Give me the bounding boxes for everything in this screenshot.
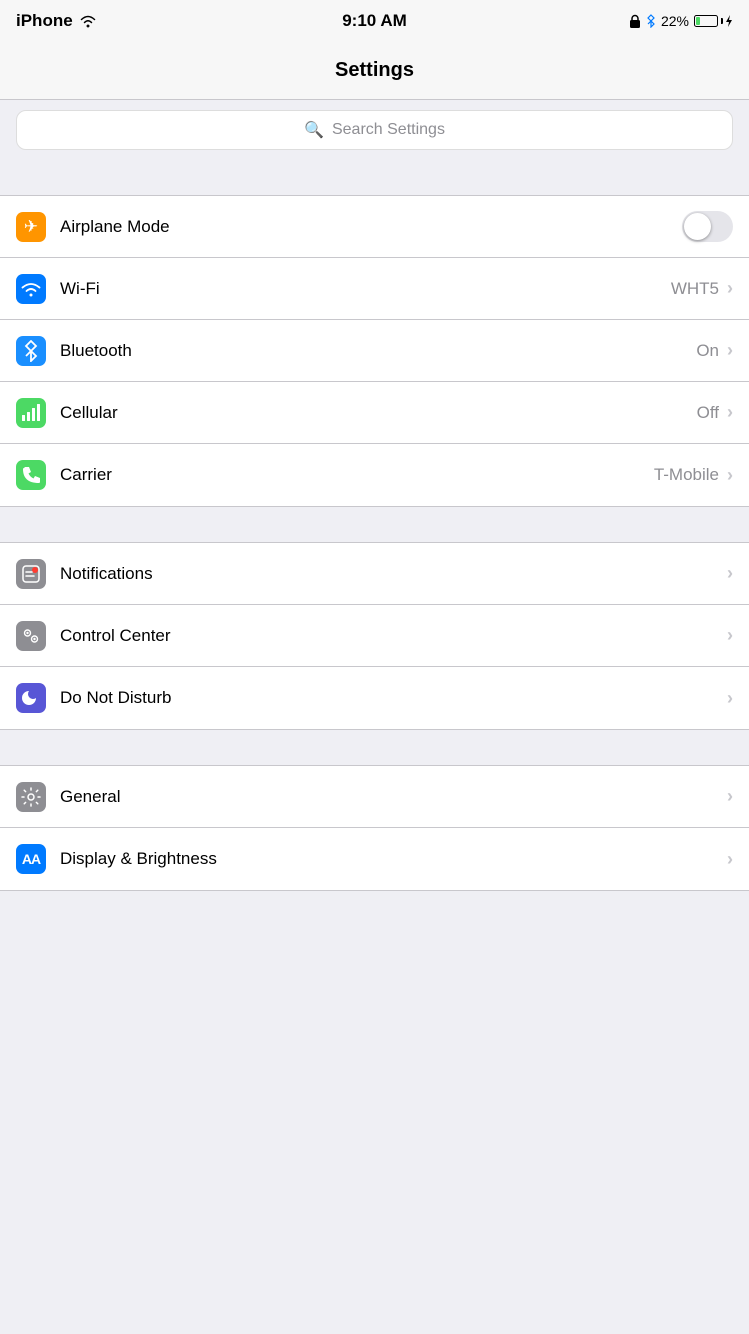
status-bar: iPhone 9:10 AM 22% bbox=[0, 0, 749, 42]
airplane-icon-symbol: ✈ bbox=[24, 217, 38, 237]
wifi-row[interactable]: Wi-Fi WHT5 › bbox=[0, 258, 749, 320]
bluetooth-label: Bluetooth bbox=[60, 341, 696, 361]
page-title: Settings bbox=[335, 59, 414, 82]
do-not-disturb-chevron: › bbox=[727, 688, 733, 709]
search-placeholder: Search Settings bbox=[332, 121, 445, 139]
wifi-value: WHT5 bbox=[671, 279, 719, 299]
do-not-disturb-label: Do Not Disturb bbox=[60, 688, 727, 708]
wifi-icon bbox=[16, 274, 46, 304]
nav-bar: Settings bbox=[0, 42, 749, 100]
cellular-row[interactable]: Cellular Off › bbox=[0, 382, 749, 444]
moon-symbol bbox=[22, 689, 40, 707]
do-not-disturb-icon bbox=[16, 683, 46, 713]
status-carrier: iPhone bbox=[16, 11, 97, 31]
section-gap-3 bbox=[0, 730, 749, 765]
carrier-label: Carrier bbox=[60, 465, 654, 485]
control-center-icon bbox=[16, 621, 46, 651]
cellular-chevron: › bbox=[727, 402, 733, 423]
general-row[interactable]: General › bbox=[0, 766, 749, 828]
notifications-symbol bbox=[21, 564, 41, 584]
search-bar[interactable]: 🔍 Search Settings bbox=[16, 110, 733, 150]
notifications-label: Notifications bbox=[60, 564, 727, 584]
airplane-mode-row[interactable]: ✈ Airplane Mode bbox=[0, 196, 749, 258]
control-center-row[interactable]: Control Center › bbox=[0, 605, 749, 667]
search-icon: 🔍 bbox=[304, 120, 324, 140]
display-brightness-label: Display & Brightness bbox=[60, 849, 727, 869]
section-gap-2 bbox=[0, 507, 749, 542]
general-settings-group: General › AA Display & Brightness › bbox=[0, 765, 749, 891]
status-time: 9:10 AM bbox=[342, 11, 407, 31]
airplane-mode-icon: ✈ bbox=[16, 212, 46, 242]
control-center-label: Control Center bbox=[60, 626, 727, 646]
wifi-signal-icon bbox=[79, 14, 97, 28]
wifi-chevron: › bbox=[727, 278, 733, 299]
airplane-mode-label: Airplane Mode bbox=[60, 217, 674, 237]
cellular-label: Cellular bbox=[60, 403, 697, 423]
bluetooth-row[interactable]: Bluetooth On › bbox=[0, 320, 749, 382]
status-right: 22% bbox=[629, 13, 733, 29]
carrier-icon bbox=[16, 460, 46, 490]
bluetooth-icon bbox=[16, 336, 46, 366]
toggle-thumb bbox=[684, 213, 711, 240]
section-gap-1 bbox=[0, 160, 749, 195]
search-container: 🔍 Search Settings bbox=[0, 100, 749, 160]
gear-symbol bbox=[21, 787, 41, 807]
aa-symbol: AA bbox=[22, 851, 40, 867]
display-brightness-icon: AA bbox=[16, 844, 46, 874]
cellular-value: Off bbox=[697, 403, 719, 423]
cellular-icon bbox=[16, 398, 46, 428]
notifications-icon bbox=[16, 559, 46, 589]
display-brightness-row[interactable]: AA Display & Brightness › bbox=[0, 828, 749, 890]
charging-icon bbox=[725, 15, 733, 27]
bluetooth-chevron: › bbox=[727, 340, 733, 361]
system-settings-group: Notifications › Control Center › Do Not … bbox=[0, 542, 749, 730]
wifi-label: Wi-Fi bbox=[60, 279, 671, 299]
carrier-chevron: › bbox=[727, 465, 733, 486]
battery-icon bbox=[694, 15, 733, 27]
cellular-symbol bbox=[21, 403, 41, 423]
lock-icon bbox=[629, 14, 641, 28]
carrier-label: iPhone bbox=[16, 11, 73, 31]
carrier-row[interactable]: Carrier T-Mobile › bbox=[0, 444, 749, 506]
general-label: General bbox=[60, 787, 727, 807]
general-icon bbox=[16, 782, 46, 812]
bluetooth-value: On bbox=[696, 341, 719, 361]
display-brightness-chevron: › bbox=[727, 849, 733, 870]
notifications-row[interactable]: Notifications › bbox=[0, 543, 749, 605]
do-not-disturb-row[interactable]: Do Not Disturb › bbox=[0, 667, 749, 729]
control-center-chevron: › bbox=[727, 625, 733, 646]
wifi-symbol bbox=[21, 281, 41, 297]
bluetooth-symbol bbox=[24, 340, 38, 362]
carrier-value: T-Mobile bbox=[654, 465, 719, 485]
phone-symbol bbox=[22, 466, 40, 484]
battery-percent: 22% bbox=[661, 13, 689, 29]
general-chevron: › bbox=[727, 786, 733, 807]
notifications-chevron: › bbox=[727, 563, 733, 584]
network-settings-group: ✈ Airplane Mode Wi-Fi WHT5 › Bluetooth O… bbox=[0, 195, 749, 507]
bluetooth-status-icon bbox=[646, 14, 656, 28]
airplane-mode-toggle[interactable] bbox=[682, 211, 733, 242]
control-center-symbol bbox=[21, 626, 41, 646]
